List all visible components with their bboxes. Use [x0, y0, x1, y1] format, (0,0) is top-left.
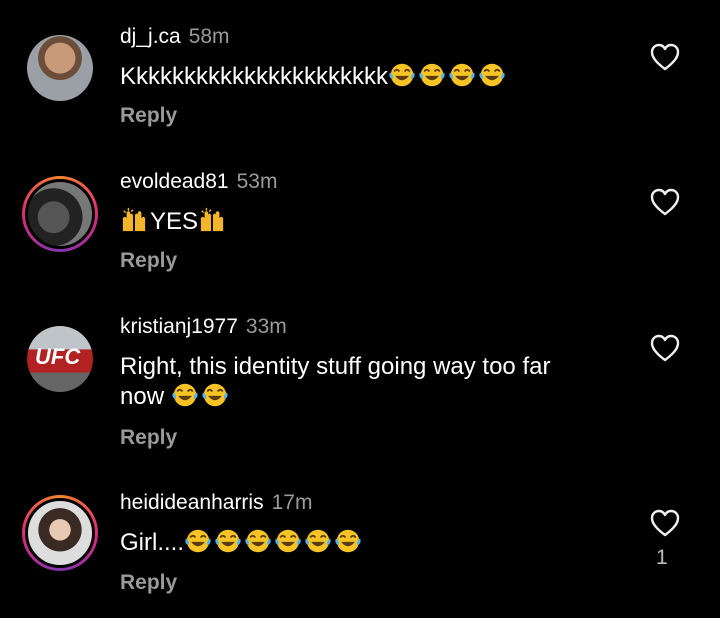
comment-meta: dj_j.ca 58m — [120, 25, 230, 49]
joy-emoji — [214, 528, 242, 554]
joy-emoji — [334, 528, 362, 554]
heart-outline-icon[interactable] — [650, 188, 680, 216]
avatar[interactable]: UFC — [22, 321, 98, 397]
comment-text: YES — [120, 207, 620, 237]
raising-hands-emoji — [120, 207, 148, 233]
joy-emoji — [184, 528, 212, 554]
timestamp: 33m — [245, 315, 287, 338]
heart-outline-icon[interactable] — [650, 509, 680, 537]
comment-text: Kkkkkkkkkkkkkkkkkkkkkk — [120, 62, 620, 92]
joy-emoji — [478, 62, 506, 88]
reply-button[interactable]: Reply — [120, 426, 177, 450]
joy-emoji — [418, 62, 446, 88]
username[interactable]: evoldead81 — [120, 170, 229, 193]
joy-emoji — [244, 528, 272, 554]
reply-button[interactable]: Reply — [120, 249, 177, 273]
raising-hands-emoji — [198, 207, 226, 233]
joy-emoji — [171, 382, 199, 408]
avatar[interactable] — [22, 176, 98, 252]
reply-button[interactable]: Reply — [120, 571, 177, 595]
comment-meta: evoldead81 53m — [120, 170, 277, 194]
heart-outline-icon[interactable] — [650, 43, 680, 71]
comment-meta: heidideanharris 17m — [120, 491, 312, 515]
username[interactable]: dj_j.ca — [120, 25, 181, 48]
comment-text: Right, this identity stuff going way too… — [120, 353, 551, 410]
joy-emoji — [201, 382, 229, 408]
heart-outline-icon[interactable] — [650, 334, 680, 362]
joy-emoji — [304, 528, 332, 554]
username[interactable]: heidideanharris — [120, 491, 264, 514]
avatar[interactable] — [22, 30, 98, 106]
timestamp: 58m — [188, 25, 230, 48]
timestamp: 53m — [236, 170, 278, 193]
joy-emoji — [274, 528, 302, 554]
like-count: 1 — [656, 546, 668, 569]
reply-button[interactable]: Reply — [120, 104, 177, 128]
timestamp: 17m — [271, 491, 313, 514]
avatar[interactable] — [22, 495, 98, 571]
joy-emoji — [388, 62, 416, 88]
joy-emoji — [448, 62, 476, 88]
comment-text: Girl.... — [120, 528, 620, 558]
username[interactable]: kristianj1977 — [120, 315, 238, 338]
avatar-logo: UFC — [35, 344, 81, 369]
comment-meta: kristianj1977 33m — [120, 315, 287, 339]
